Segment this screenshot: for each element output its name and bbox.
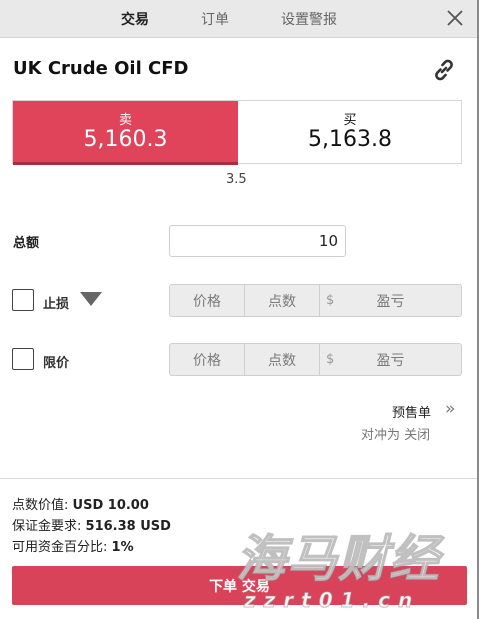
tab-bar: 交易 订单 设置警报 <box>0 0 479 38</box>
limit-input-group: 价格 点数 $ 盈亏 <box>169 343 462 376</box>
limit-currency-symbol: $ <box>326 352 335 367</box>
triangle-down-icon[interactable] <box>80 292 102 306</box>
buy-price: 5,163.8 <box>308 127 392 152</box>
limit-pnl-placeholder: 盈亏 <box>376 352 405 369</box>
stop-pnl-placeholder: 盈亏 <box>376 293 405 310</box>
stop-price-field[interactable]: 价格 <box>170 285 245 316</box>
point-value-label: 点数价值: <box>12 498 69 513</box>
hedge-status: 对冲为 关闭 <box>361 428 431 443</box>
limit-checkbox[interactable] <box>12 348 34 370</box>
stop-label: 止损 <box>43 297 70 312</box>
margin-value: 516.38 USD <box>85 519 171 534</box>
limit-points-field[interactable]: 点数 <box>245 344 320 375</box>
watermark-text: 海马财经 <box>235 529 440 589</box>
divider <box>0 478 479 479</box>
margin-row: 保证金要求: 516.38 USD <box>12 515 171 534</box>
sell-button[interactable]: 卖 5,160.3 <box>13 101 238 165</box>
instrument-title: UK Crude Oil CFD <box>13 58 189 79</box>
tab-set-alerts[interactable]: 设置警报 <box>281 9 337 29</box>
buy-label: 买 <box>343 113 357 128</box>
amount-label: 总额 <box>13 236 40 251</box>
buy-button[interactable]: 买 5,163.8 <box>238 101 462 163</box>
limit-pnl-field[interactable]: $ 盈亏 <box>320 344 461 375</box>
close-icon[interactable] <box>445 8 465 28</box>
advanced-order-link[interactable]: 预售单 <box>392 402 431 421</box>
stop-points-field[interactable]: 点数 <box>245 285 320 316</box>
tab-trade[interactable]: 交易 <box>121 9 149 29</box>
quote-panel: 卖 5,160.3 买 5,163.8 <box>12 100 462 165</box>
funds-value: 1% <box>111 540 134 555</box>
sell-price: 5,160.3 <box>83 127 168 152</box>
stop-pnl-field[interactable]: $ 盈亏 <box>320 285 461 316</box>
chevron-double-right-icon[interactable]: » <box>445 401 455 418</box>
funds-row: 可用资金百分比: 1% <box>12 536 134 555</box>
spread-value: 3.5 <box>226 172 247 187</box>
limit-label: 限价 <box>43 356 70 371</box>
stop-currency-symbol: $ <box>326 293 335 308</box>
funds-label: 可用资金百分比: <box>12 540 108 555</box>
point-value-row: 点数价值: USD 10.00 <box>12 494 149 513</box>
tab-orders[interactable]: 订单 <box>201 9 229 29</box>
stop-checkbox[interactable] <box>12 289 34 311</box>
point-value: USD 10.00 <box>72 498 149 513</box>
watermark-url: zzrt01.cn <box>243 588 421 613</box>
sell-label: 卖 <box>118 113 132 128</box>
stop-input-group: 价格 点数 $ 盈亏 <box>169 284 462 317</box>
margin-label: 保证金要求: <box>12 519 82 534</box>
limit-price-field[interactable]: 价格 <box>170 344 245 375</box>
amount-input[interactable] <box>169 225 346 257</box>
link-icon[interactable] <box>431 57 457 83</box>
